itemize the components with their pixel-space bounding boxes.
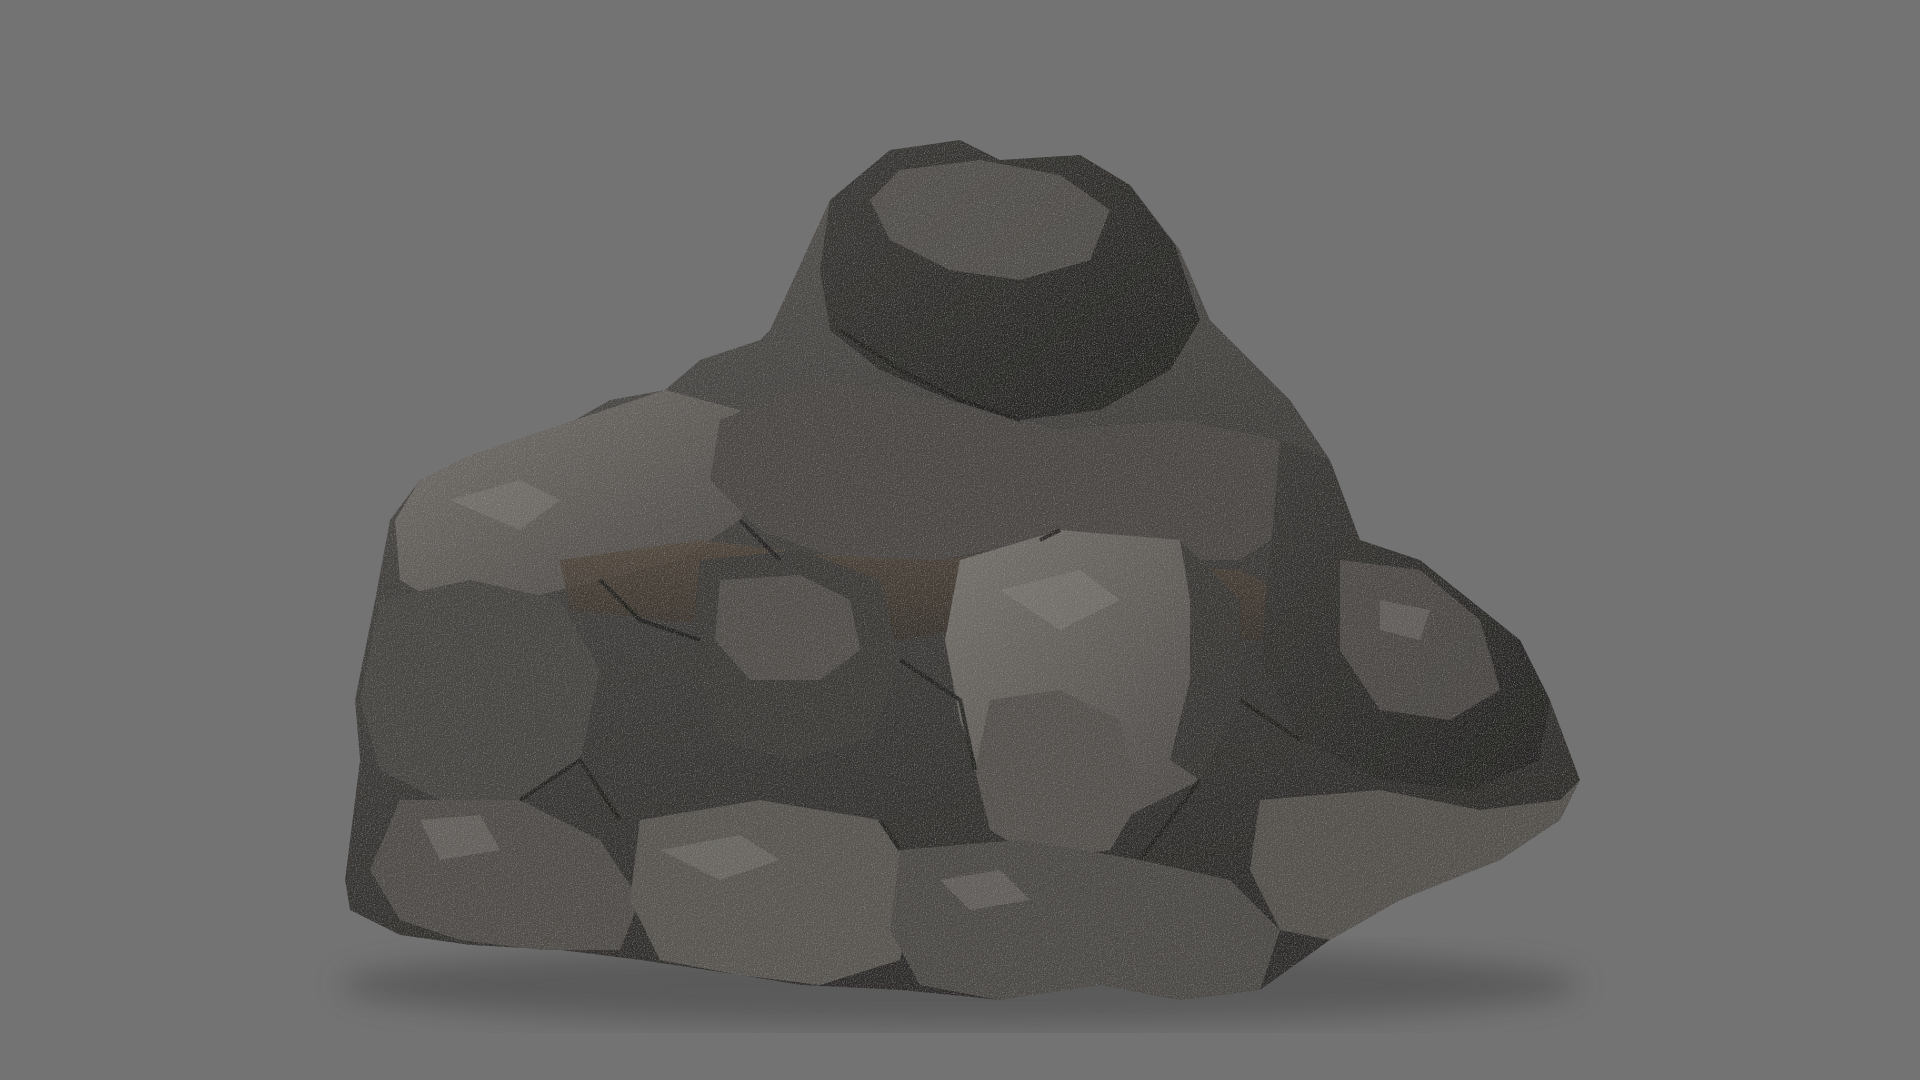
front-center-bottom-block <box>630 800 920 985</box>
far-left-block <box>360 580 600 800</box>
rock-formation <box>340 140 1580 1025</box>
front-right-slab <box>1250 780 1580 940</box>
render-viewport <box>0 0 1920 1080</box>
